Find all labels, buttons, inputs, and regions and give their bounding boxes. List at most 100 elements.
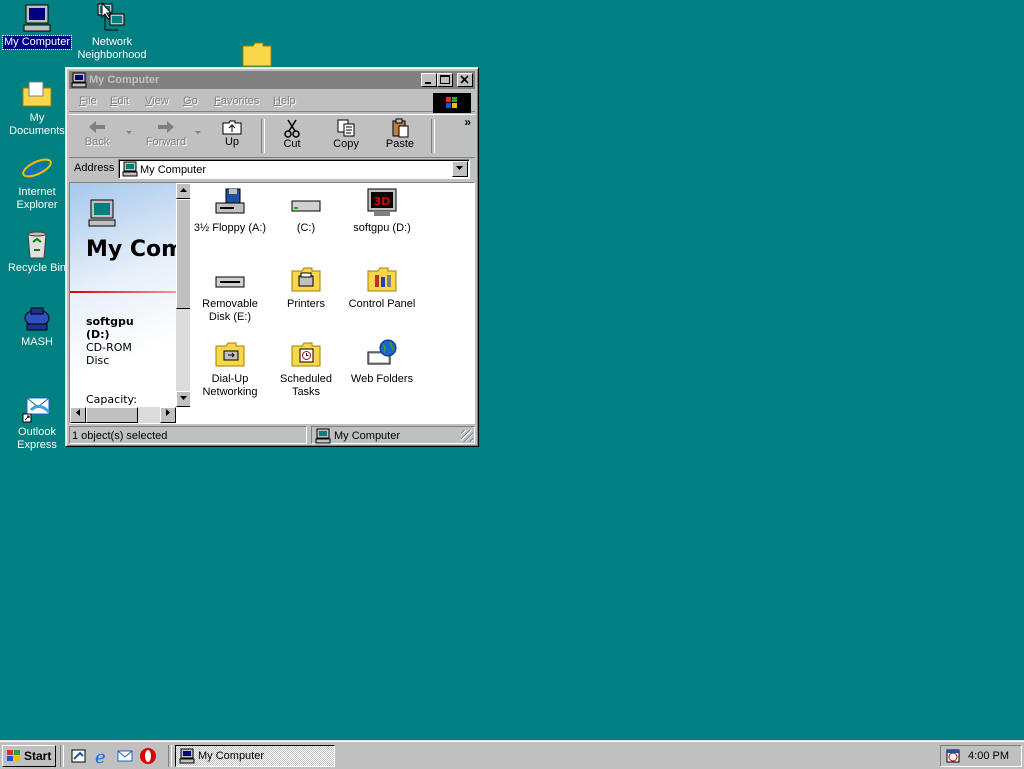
desktop-icon-recycle-bin[interactable]: Recycle Bin: [0, 228, 74, 275]
item-label: Removable Disk (E:): [202, 298, 258, 323]
my-computer-window[interactable]: My Computer File Edit View Go Favorites …: [65, 67, 479, 447]
toolbar-chevron[interactable]: »: [464, 115, 471, 129]
minimize-button[interactable]: [421, 73, 437, 87]
scroll-down-button[interactable]: [176, 391, 190, 407]
paste-clipboard-icon: [392, 118, 409, 138]
desktop-icon-my-documents[interactable]: My Documents: [0, 78, 74, 138]
paste-label: Paste: [385, 138, 415, 150]
dialup-networking-icon: [215, 342, 245, 367]
item-hard-drive-c[interactable]: (C:): [267, 187, 345, 235]
desktop-icon-label: My Documents: [9, 112, 65, 137]
ie-icon: e: [22, 152, 52, 184]
back-label: Back: [84, 136, 110, 148]
title-bar[interactable]: My Computer: [69, 71, 475, 89]
back-button[interactable]: Back: [74, 118, 120, 154]
opera-icon[interactable]: [139, 747, 157, 765]
my-computer-icon: [71, 72, 87, 88]
windows-logo-icon: [7, 750, 20, 761]
horizontal-scroll-thumb[interactable]: [86, 407, 138, 423]
copy-button[interactable]: Copy: [323, 118, 369, 154]
desktop-icon-outlook-express[interactable]: Outlook Express: [0, 392, 74, 452]
cut-button[interactable]: Cut: [269, 118, 315, 154]
address-label: Address: [74, 162, 115, 174]
paste-button[interactable]: Paste: [377, 118, 423, 154]
desktop-icon-mash[interactable]: MASH: [0, 304, 74, 349]
item-web-folders[interactable]: Web Folders: [343, 338, 421, 386]
menu-file[interactable]: File: [79, 95, 97, 107]
control-panel-icon: [367, 267, 397, 292]
item-floppy-drive[interactable]: 3½ Floppy (A:): [191, 187, 269, 235]
minimize-icon: [425, 82, 431, 84]
address-input[interactable]: My Computer: [118, 159, 470, 179]
my-computer-icon: [23, 4, 51, 32]
vertical-scroll-thumb[interactable]: [176, 199, 190, 309]
info-pane: My Computer softgpu (D:) CD-ROM Disc Cap…: [70, 183, 190, 423]
taskbar-button-my-computer[interactable]: My Computer: [175, 745, 335, 767]
menu-go[interactable]: Go: [183, 95, 198, 107]
selected-item-type: CD-ROM Disc: [86, 341, 132, 367]
maximize-button[interactable]: [437, 73, 453, 87]
ie-icon[interactable]: e: [93, 747, 111, 765]
svg-text:e: e: [95, 747, 106, 765]
content-area: My Computer softgpu (D:) CD-ROM Disc Cap…: [69, 182, 475, 424]
toolbar-separator: [431, 119, 435, 153]
item-label: softgpu (D:): [353, 222, 411, 234]
status-left: 1 object(s) selected: [69, 426, 307, 444]
item-dialup-networking[interactable]: Dial-Up Networking: [191, 338, 269, 399]
info-pane-title: My Computer: [86, 237, 190, 262]
item-removable-disk[interactable]: Removable Disk (E:): [191, 263, 269, 324]
desktop-icon-folder[interactable]: [220, 40, 294, 70]
windows-logo-throbber: [433, 93, 471, 113]
desktop-icon-internet-explorer[interactable]: e Internet Explorer: [0, 152, 74, 212]
resize-grip[interactable]: [461, 430, 473, 442]
desktop-icon-my-computer[interactable]: My Computer: [0, 2, 74, 50]
item-label: (C:): [296, 222, 316, 234]
menu-help[interactable]: Help: [273, 95, 296, 107]
web-folders-icon: [367, 339, 397, 365]
back-dropdown-icon[interactable]: [126, 131, 132, 135]
info-pane-divider: [70, 291, 180, 293]
up-folder-icon: [222, 120, 242, 135]
up-button[interactable]: Up: [209, 118, 255, 154]
desktop-icon-label: Internet Explorer: [16, 186, 58, 211]
arrow-right-icon: [166, 409, 170, 416]
folder-icon: [242, 42, 272, 67]
cut-label: Cut: [283, 138, 301, 150]
scroll-left-button[interactable]: [70, 407, 86, 423]
item-printers[interactable]: Printers: [267, 263, 345, 311]
outlook-express-icon[interactable]: [116, 747, 134, 765]
item-softgpu-cdrom[interactable]: 3D softgpu (D:): [343, 187, 421, 235]
recycle-bin-icon: [27, 231, 47, 259]
removable-disk-icon: [215, 276, 245, 288]
item-label: Scheduled Tasks: [280, 373, 332, 398]
taskbar-separator: [60, 745, 64, 767]
cdrom-badge: 3D: [374, 195, 391, 208]
status-bar: 1 object(s) selected My Computer: [69, 426, 475, 444]
forward-dropdown-icon[interactable]: [195, 131, 201, 135]
scroll-up-button[interactable]: [176, 183, 190, 199]
show-desktop-icon[interactable]: [70, 747, 88, 765]
my-computer-icon: [179, 748, 195, 764]
close-button[interactable]: [457, 73, 473, 87]
item-scheduled-tasks[interactable]: Scheduled Tasks: [267, 338, 345, 399]
scroll-right-button[interactable]: [160, 407, 176, 423]
address-dropdown-button[interactable]: [452, 161, 468, 177]
menu-view[interactable]: View: [145, 95, 169, 107]
item-control-panel[interactable]: Control Panel: [343, 263, 421, 311]
menu-edit[interactable]: Edit: [110, 95, 129, 107]
item-label: Control Panel: [348, 298, 416, 310]
desktop-icon-label: Outlook Express: [17, 426, 57, 451]
task-scheduler-tray-icon[interactable]: [945, 748, 961, 764]
scheduled-tasks-icon: [291, 342, 321, 367]
forward-arrow-icon: [158, 121, 174, 133]
forward-button[interactable]: Forward: [141, 118, 191, 154]
clock[interactable]: 4:00 PM: [968, 750, 1009, 762]
vertical-scrollbar[interactable]: [176, 183, 190, 407]
horizontal-scrollbar[interactable]: [70, 407, 176, 423]
scissors-icon: [284, 119, 300, 138]
status-right: My Computer: [311, 426, 475, 444]
my-computer-icon: [122, 161, 138, 177]
menu-favorites[interactable]: Favorites: [214, 95, 259, 107]
start-button[interactable]: Start: [2, 745, 56, 767]
mouse-cursor-icon: [101, 2, 113, 20]
